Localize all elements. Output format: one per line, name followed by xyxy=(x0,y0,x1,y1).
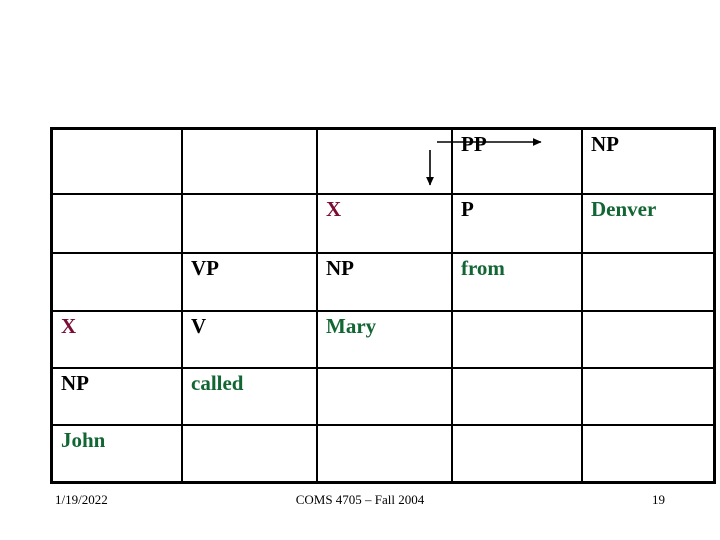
cell-r2c1: VP xyxy=(181,252,318,312)
table-row: PP NP xyxy=(50,127,716,195)
cell-text: Denver xyxy=(591,197,657,221)
cell-r0c2 xyxy=(316,127,453,195)
cell-r3c0: X xyxy=(50,310,183,369)
cell-text: Mary xyxy=(326,314,377,338)
cell-r1c2: X xyxy=(316,193,453,254)
table-row: X P Denver xyxy=(50,193,716,254)
slide-canvas: PP NP X P Denver VP NP from X V Mary NP … xyxy=(0,0,720,540)
cell-text: from xyxy=(461,256,505,280)
cell-r0c4: NP xyxy=(581,127,716,195)
cell-r4c0: NP xyxy=(50,367,183,426)
table-row: NP called xyxy=(50,367,716,426)
cell-r0c3: PP xyxy=(451,127,583,195)
cell-r3c3 xyxy=(451,310,583,369)
cell-r2c3: from xyxy=(451,252,583,312)
cell-text: V xyxy=(191,314,207,338)
cell-r3c4 xyxy=(581,310,716,369)
cell-text: X xyxy=(326,197,342,221)
cell-r1c1 xyxy=(181,193,318,254)
slide-footer: 1/19/2022 COMS 4705 – Fall 2004 19 xyxy=(0,492,720,516)
cell-r5c2 xyxy=(316,424,453,484)
cell-text: NP xyxy=(61,371,89,395)
cell-text: P xyxy=(461,197,474,221)
cell-r3c2: Mary xyxy=(316,310,453,369)
cell-r4c3 xyxy=(451,367,583,426)
cell-text: X xyxy=(61,314,77,338)
footer-course-name: COMS 4705 – Fall 2004 xyxy=(295,492,425,507)
table-row: VP NP from xyxy=(50,252,716,312)
cell-r4c2 xyxy=(316,367,453,426)
cell-r0c1 xyxy=(181,127,318,195)
cell-r4c4 xyxy=(581,367,716,426)
cell-r5c0: John xyxy=(50,424,183,484)
cell-r0c0 xyxy=(50,127,183,195)
cell-r2c2: NP xyxy=(316,252,453,312)
cell-r5c3 xyxy=(451,424,583,484)
cell-r4c1: called xyxy=(181,367,318,426)
cell-r2c0 xyxy=(50,252,183,312)
cell-r2c4 xyxy=(581,252,716,312)
table-row: X V Mary xyxy=(50,310,716,369)
cell-r3c1: V xyxy=(181,310,318,369)
cell-text: PP xyxy=(461,132,487,156)
cell-r5c1 xyxy=(181,424,318,484)
cell-text: John xyxy=(61,428,106,452)
cell-r1c4: Denver xyxy=(581,193,716,254)
cell-text: VP xyxy=(191,256,219,280)
cell-text: NP xyxy=(326,256,354,280)
cell-r5c4 xyxy=(581,424,716,484)
table-row: John xyxy=(50,424,716,484)
cell-text: called xyxy=(191,371,244,395)
cyk-parse-chart: PP NP X P Denver VP NP from X V Mary NP … xyxy=(50,127,716,484)
cyk-table: PP NP X P Denver VP NP from X V Mary NP … xyxy=(50,127,716,484)
footer-page-number: 19 xyxy=(652,492,665,507)
cell-text: NP xyxy=(591,132,619,156)
cell-r1c0 xyxy=(50,193,183,254)
cell-r1c3: P xyxy=(451,193,583,254)
